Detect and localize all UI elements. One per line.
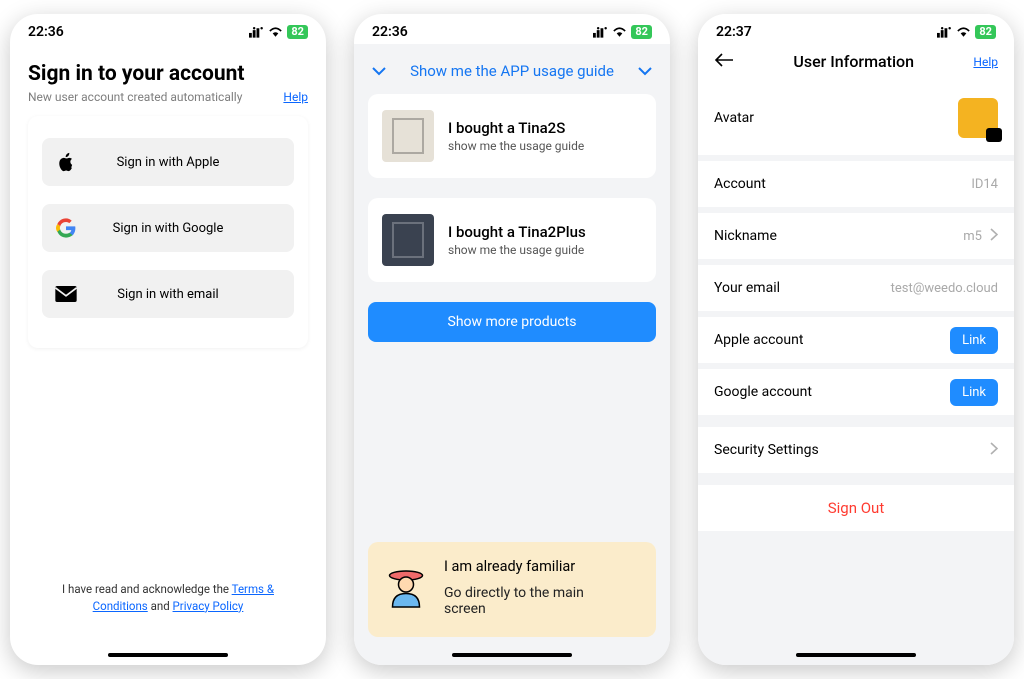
row-avatar[interactable]: Avatar xyxy=(698,81,1014,155)
show-more-button[interactable]: Show more products xyxy=(368,302,656,342)
signin-google-label: Sign in with Google xyxy=(80,221,284,236)
chevron-down-icon xyxy=(368,62,390,80)
status-bar: 22:36 82 xyxy=(354,14,670,44)
avatar-image xyxy=(958,98,998,138)
battery-icon: 82 xyxy=(975,25,996,39)
row-label: Apple account xyxy=(714,332,803,348)
familiar-line1: I am already familiar xyxy=(444,558,594,575)
wifi-icon xyxy=(268,26,283,38)
status-time: 22:36 xyxy=(372,24,408,40)
row-label: Your email xyxy=(714,280,780,296)
status-icons: 82 xyxy=(937,25,996,39)
wifi-icon xyxy=(612,26,627,38)
battery-icon: 82 xyxy=(287,25,308,39)
link-apple-button[interactable]: Link xyxy=(950,327,998,354)
page-title: User Information xyxy=(793,52,914,71)
arrow-left-icon xyxy=(714,53,734,67)
home-indicator xyxy=(452,653,572,657)
chevron-down-icon xyxy=(634,62,656,80)
status-time: 22:37 xyxy=(716,24,752,40)
product-subtitle: show me the usage guide xyxy=(448,243,586,257)
row-label: Nickname xyxy=(714,228,777,244)
row-email: Your email test@weedo.cloud xyxy=(698,265,1014,311)
status-icons: 82 xyxy=(249,25,308,39)
familiar-line2: Go directly to the main screen xyxy=(444,585,594,617)
signal-icon xyxy=(593,26,608,38)
row-value: m5 xyxy=(963,229,982,244)
row-apple-account: Apple account Link xyxy=(698,317,1014,363)
status-bar: 22:36 82 xyxy=(10,14,326,44)
row-security[interactable]: Security Settings xyxy=(698,427,1014,473)
product-card-tina2plus[interactable]: I bought a Tina2Plus show me the usage g… xyxy=(368,198,656,282)
help-link[interactable]: Help xyxy=(283,90,308,104)
familiar-card[interactable]: I am already familiar Go directly to the… xyxy=(368,542,656,637)
row-nickname[interactable]: Nickname m5 xyxy=(698,213,1014,259)
back-button[interactable] xyxy=(714,52,734,71)
phone-user-info: 22:37 82 User Information Help Avatar Ac… xyxy=(698,14,1014,665)
home-indicator xyxy=(796,653,916,657)
show-more-label: Show more products xyxy=(448,314,577,330)
privacy-link[interactable]: Privacy Policy xyxy=(173,599,244,613)
row-label: Google account xyxy=(714,384,812,400)
status-time: 22:36 xyxy=(28,24,64,40)
wifi-icon xyxy=(956,26,971,38)
signin-email-button[interactable]: Sign in with email xyxy=(42,270,294,318)
signal-icon xyxy=(937,26,952,38)
page-title: Sign in to your account xyxy=(28,62,308,86)
home-indicator xyxy=(108,653,228,657)
signal-icon xyxy=(249,26,264,38)
chevron-right-icon xyxy=(990,442,998,459)
battery-icon: 82 xyxy=(631,25,652,39)
product-image xyxy=(382,110,434,162)
product-subtitle: show me the usage guide xyxy=(448,139,584,153)
row-label: Security Settings xyxy=(714,442,819,458)
row-label: Account xyxy=(714,176,766,192)
signin-apple-button[interactable]: Sign in with Apple xyxy=(42,138,294,186)
guide-header[interactable]: Show me the APP usage guide xyxy=(368,44,656,94)
row-value: ID14 xyxy=(971,177,998,192)
help-link[interactable]: Help xyxy=(973,55,998,69)
product-image xyxy=(382,214,434,266)
email-icon xyxy=(52,286,80,302)
page-subtitle: New user account created automatically xyxy=(28,90,242,104)
phone-signin: 22:36 82 Sign in to your account New use… xyxy=(10,14,326,665)
row-google-account: Google account Link xyxy=(698,369,1014,415)
apple-icon xyxy=(52,151,80,173)
link-google-button[interactable]: Link xyxy=(950,379,998,406)
product-title: I bought a Tina2Plus xyxy=(448,223,586,241)
row-value: test@weedo.cloud xyxy=(891,281,998,296)
scholar-icon xyxy=(382,562,430,614)
signout-button[interactable]: Sign Out xyxy=(698,485,1014,531)
guide-header-label: Show me the APP usage guide xyxy=(410,62,614,80)
signin-apple-label: Sign in with Apple xyxy=(80,155,284,170)
signin-card: Sign in with Apple Sign in with Google S… xyxy=(28,116,308,348)
chevron-right-icon xyxy=(990,228,998,245)
status-bar: 22:37 82 xyxy=(698,14,1014,44)
status-icons: 82 xyxy=(593,25,652,39)
product-title: I bought a Tina2S xyxy=(448,119,584,137)
product-card-tina2s[interactable]: I bought a Tina2S show me the usage guid… xyxy=(368,94,656,178)
row-account: Account ID14 xyxy=(698,161,1014,207)
google-icon xyxy=(52,218,80,238)
signout-label: Sign Out xyxy=(828,499,884,517)
row-label: Avatar xyxy=(714,110,754,126)
signin-email-label: Sign in with email xyxy=(80,287,284,302)
nav-bar: User Information Help xyxy=(698,44,1014,81)
phone-guide: 22:36 82 Show me the APP usage guide I b… xyxy=(354,14,670,665)
signin-google-button[interactable]: Sign in with Google xyxy=(42,204,294,252)
